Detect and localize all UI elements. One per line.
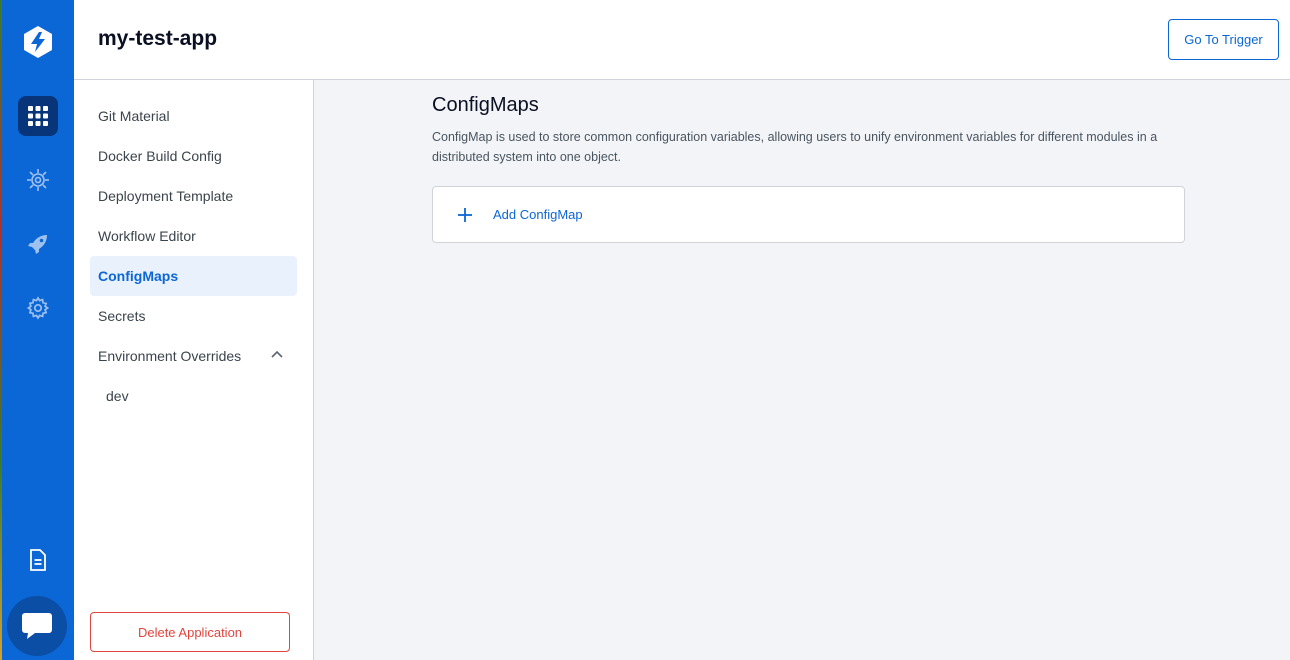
chat-icon [22,613,52,639]
plus-icon [458,207,472,222]
chevron-up-icon[interactable] [271,350,283,358]
nav-item-workflow-editor[interactable]: Workflow Editor [90,216,297,256]
nav-item-env-dev[interactable]: dev [90,376,297,416]
document-icon [30,549,46,571]
go-to-trigger-button[interactable]: Go To Trigger [1168,19,1279,60]
main-content: ConfigMaps ConfigMap is used to store co… [314,80,1290,660]
nav-item-docker-build-config[interactable]: Docker Build Config [90,136,297,176]
left-rail [0,0,74,660]
documentation-nav-button[interactable] [18,540,58,580]
page-title: ConfigMaps [432,94,539,116]
gear-icon [26,296,50,320]
grid-apps-icon [28,106,48,126]
chart-ring-icon [27,169,49,191]
page-description: ConfigMap is used to store common config… [432,130,1158,164]
devtron-logo-icon[interactable] [20,24,56,60]
add-configmap-button[interactable]: Add ConfigMap [432,186,1185,243]
app-config-nav: Git Material Docker Build Config Deploym… [74,80,314,660]
settings-nav-button[interactable] [18,288,58,328]
rocket-icon [28,235,47,254]
app-header: my-test-app Go To Trigger [74,0,1290,80]
add-configmap-label: Add ConfigMap [493,207,583,222]
nav-item-configmaps[interactable]: ConfigMaps [90,256,297,296]
nav-item-environment-overrides[interactable]: Environment Overrides [90,336,297,376]
delete-application-button[interactable]: Delete Application [90,612,290,652]
charts-nav-button[interactable] [18,160,58,200]
applications-nav-button[interactable] [18,96,58,136]
app-title: my-test-app [98,27,218,50]
rail-edge [0,0,2,660]
deploy-nav-button[interactable] [18,224,58,264]
chat-button[interactable] [7,596,67,656]
environment-overrides-label: Environment Overrides [98,348,242,364]
nav-item-git-material[interactable]: Git Material [90,96,297,136]
nav-item-secrets[interactable]: Secrets [90,296,297,336]
nav-item-deployment-template[interactable]: Deployment Template [90,176,297,216]
